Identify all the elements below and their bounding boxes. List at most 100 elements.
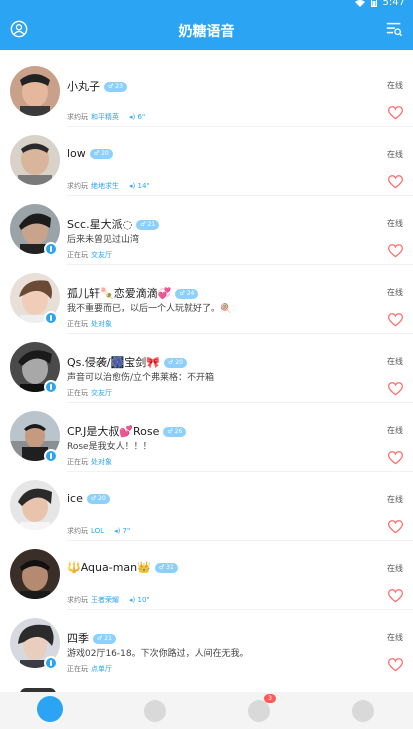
page-title: 奶糖语音 (178, 24, 235, 40)
user-row[interactable]: Qs.侵袭/🎆宝剑🎀 ♂ 20 声音可以治愈伤/立个弗莱格：不开箱 正在玩 交友厅 … (0, 334, 413, 403)
online-status: 在线 (387, 426, 403, 435)
user-name-text: Qs.侵袭/🎆宝剑🎀 (67, 356, 160, 369)
age-value: 20 (175, 359, 183, 366)
user-bio: 声音可以治愈伤/立个弗莱格：不开箱 (67, 373, 215, 383)
heart-icon[interactable] (388, 382, 403, 396)
battery-icon (370, 0, 377, 7)
age-value: 31 (166, 564, 174, 571)
age-value: 21 (104, 635, 112, 642)
online-status: 在线 (387, 633, 403, 642)
user-row[interactable]: ice ♂ 20 求约玩 LOL ◂) 7" 在线 (0, 472, 413, 541)
user-row[interactable]: 四季 ♂ 21 游戏02厅16-18。下次你路过，人间在无我。 正在玩 点单厅 在线 (0, 610, 413, 679)
heart-icon[interactable] (388, 244, 403, 258)
user-name: ice ♂ 20 (67, 492, 110, 505)
heart-icon[interactable] (388, 658, 403, 672)
age-badge: ♂ 20 (86, 494, 110, 504)
voice-value: 6" (137, 113, 146, 121)
online-status: 在线 (387, 81, 403, 90)
user-row[interactable]: Scc.星大派◌ ♂ 21 后来未曾见过山湾 正在玩 交友厅 在线 (0, 196, 413, 265)
game-tag[interactable]: 交友厅 (91, 251, 112, 259)
age-badge: ♂ 21 (136, 220, 160, 230)
status-bar: 5:47 (0, 0, 413, 10)
avatar[interactable] (10, 549, 60, 599)
voice-duration[interactable]: ◂) 6" (129, 113, 145, 121)
heart-icon[interactable] (388, 175, 403, 189)
tab-discover[interactable] (35, 696, 65, 726)
user-name-text: 小丸子 (67, 80, 100, 93)
filter-icon[interactable] (385, 20, 403, 38)
user-bio: 游戏02厅16-18。下次你路过，人间在无我。 (67, 649, 249, 659)
chat-icon (248, 700, 270, 722)
status-time: 5:47 (382, 0, 405, 8)
avatar[interactable] (10, 135, 60, 185)
user-activity: 正在玩 处对象 (67, 457, 112, 467)
user-bio: 后来未曾见过山湾 (67, 235, 140, 245)
tab-rooms[interactable] (140, 696, 170, 726)
user-name-text: ice (67, 492, 83, 505)
user-activity: 求约玩 LOL ◂) 7" (67, 526, 130, 536)
status-icons: 5:47 (354, 0, 405, 8)
age-value: 24 (186, 290, 195, 297)
game-tag[interactable]: 绝地求生 (91, 182, 119, 190)
age-value: 21 (147, 221, 156, 228)
user-row[interactable]: 孤儿轩🍡恋爱滴滴💞 ♂ 24 我不重要而已，以后一个人玩就好了。🍭 正在玩 处对象 … (0, 265, 413, 334)
avatar[interactable] (10, 66, 60, 116)
heart-icon[interactable] (388, 106, 403, 120)
age-badge: ♂ 23 (104, 82, 127, 92)
live-mic-badge (44, 242, 58, 256)
user-row[interactable]: CP.J是大叔💕Rose ♂ 26 Rose是我女人！！！ 正在玩 处对象 在线 (0, 403, 413, 472)
heart-icon[interactable] (388, 589, 403, 603)
heart-icon[interactable] (388, 520, 403, 534)
game-tag[interactable]: 处对象 (91, 320, 112, 328)
user-activity: 求约玩 和平精英 ◂) 6" (67, 112, 145, 122)
tab-profile[interactable] (348, 696, 378, 726)
live-mic-badge (44, 380, 58, 394)
game-tag[interactable]: 和平精英 (91, 113, 119, 121)
age-badge: ♂ 31 (154, 563, 178, 573)
game-tag[interactable]: 点单厅 (91, 665, 112, 673)
activity-label: 求约玩 (67, 113, 88, 121)
user-row[interactable]: low ♂ 20 求约玩 绝地求生 ◂) 14" 在线 (0, 127, 413, 196)
voice-duration[interactable]: ◂) 7" (114, 527, 130, 535)
activity-label: 正在玩 (67, 458, 88, 466)
heart-icon[interactable] (388, 313, 403, 327)
voice-value: 7" (122, 527, 131, 535)
user-name: low ♂ 20 (67, 147, 113, 160)
tab-messages[interactable]: 3 (244, 694, 276, 726)
user-name: Qs.侵袭/🎆宝剑🎀 ♂ 20 (67, 354, 187, 370)
user-name-text: low (67, 147, 86, 160)
age-value: 26 (174, 428, 183, 435)
user-bio: 我不重要而已，以后一个人玩就好了。🍭 (67, 304, 232, 314)
game-tag[interactable]: 交友厅 (91, 389, 112, 397)
online-status: 在线 (387, 219, 403, 228)
age-badge: ♂ 21 (93, 634, 116, 644)
compass-icon (37, 696, 63, 722)
age-badge: ♂ 26 (163, 427, 187, 437)
user-name: 孤儿轩🍡恋爱滴滴💞 ♂ 24 (67, 285, 199, 301)
app-header: 奶糖语音 (0, 10, 413, 50)
voice-duration[interactable]: ◂) 14" (129, 182, 150, 190)
game-tag[interactable]: 处对象 (91, 458, 112, 466)
user-row[interactable]: 小丸子 ♂ 23 求约玩 和平精英 ◂) 6" 在线 (0, 58, 413, 127)
live-mic-badge (44, 311, 58, 325)
activity-label: 正在玩 (67, 251, 88, 259)
activity-label: 求约玩 (67, 182, 88, 190)
user-name: 四季 ♂ 21 (67, 630, 116, 646)
age-value: 20 (98, 495, 106, 502)
game-tag[interactable]: LOL (91, 527, 104, 535)
heart-icon[interactable] (388, 451, 403, 465)
user-name-text: Scc.星大派◌ (67, 218, 133, 231)
user-row[interactable]: 🔱Aqua-man👑 ♂ 31 求约玩 王者荣耀 ◂) 10" 在线 (0, 541, 413, 610)
profile-tab-icon (352, 700, 374, 722)
user-name-text: 孤儿轩🍡恋爱滴滴💞 (67, 287, 172, 300)
live-mic-badge (44, 656, 58, 670)
online-status: 在线 (387, 564, 403, 573)
online-status: 在线 (387, 357, 403, 366)
game-tag[interactable]: 王者荣耀 (91, 596, 119, 604)
user-name: 小丸子 ♂ 23 (67, 78, 127, 94)
user-name: 🔱Aqua-man👑 ♂ 31 (67, 561, 178, 574)
age-badge: ♂ 24 (175, 289, 199, 299)
age-value: 23 (115, 83, 123, 90)
avatar[interactable] (10, 480, 60, 530)
voice-duration[interactable]: ◂) 10" (129, 596, 150, 604)
